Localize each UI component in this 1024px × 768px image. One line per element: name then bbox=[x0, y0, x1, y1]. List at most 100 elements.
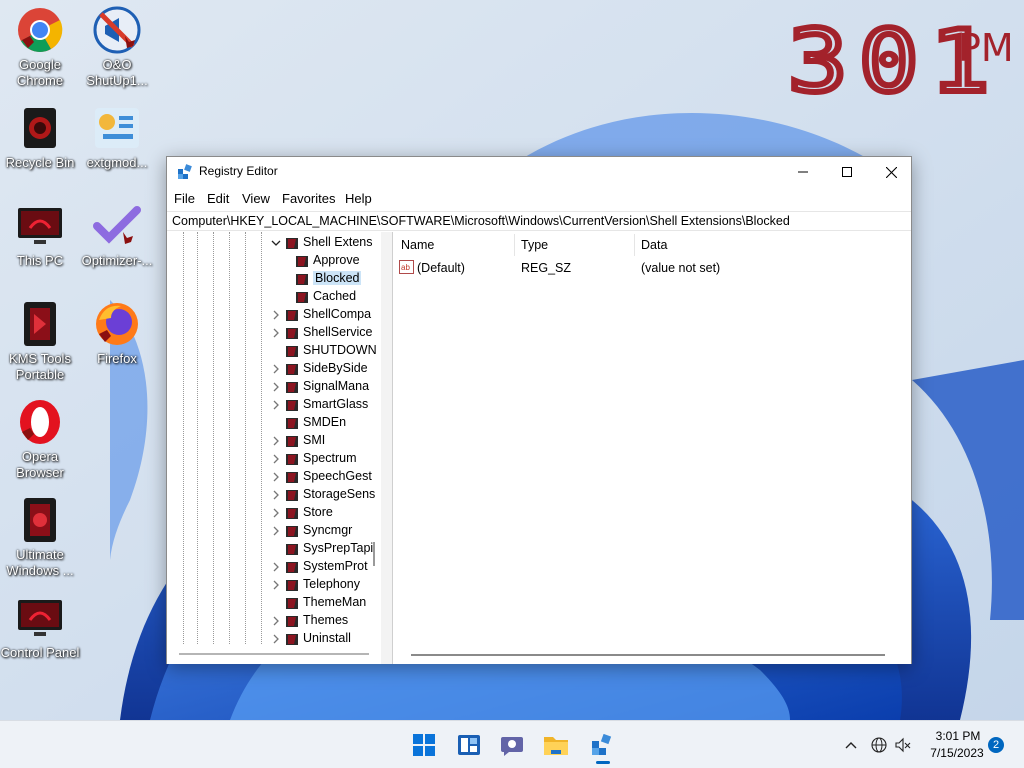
menu-help[interactable]: Help bbox=[345, 191, 372, 206]
tree-item-thememan[interactable]: ThemeMan bbox=[271, 594, 371, 612]
column-header-name[interactable]: Name bbox=[401, 238, 434, 252]
chevron-right-icon[interactable] bbox=[271, 310, 281, 320]
tree-item-blocked[interactable]: Blocked bbox=[289, 270, 369, 288]
desktop-icon-this-pc[interactable]: This PC bbox=[0, 196, 80, 286]
tree-item-label: Approve bbox=[313, 253, 360, 267]
tree-item-themes[interactable]: Themes bbox=[271, 612, 371, 630]
chevron-right-icon[interactable] bbox=[271, 436, 281, 446]
desktop-icon-firefox[interactable]: Firefox bbox=[77, 294, 157, 384]
registry-key-tree[interactable]: Shell Extens Approve Blocked Cached ShellCom… bbox=[167, 232, 383, 664]
address-bar[interactable]: Computer\HKEY_LOCAL_MACHINE\SOFTWARE\Mic… bbox=[167, 211, 911, 231]
registry-value-row[interactable]: ab (Default) REG_SZ (value not set) bbox=[393, 258, 911, 278]
active-app-indicator bbox=[596, 761, 610, 764]
tree-horizontal-scrollbar[interactable] bbox=[179, 653, 369, 655]
chevron-right-icon[interactable] bbox=[271, 508, 281, 518]
tree-item-store[interactable]: Store bbox=[271, 504, 371, 522]
menu-edit[interactable]: Edit bbox=[207, 191, 229, 206]
registry-editor-icon bbox=[178, 164, 192, 179]
file-explorer-button[interactable] bbox=[538, 729, 574, 761]
tree-item-smartglass[interactable]: SmartGlass bbox=[271, 396, 371, 414]
start-button[interactable] bbox=[406, 729, 442, 761]
tree-item-shellcompa[interactable]: ShellCompa bbox=[271, 306, 371, 324]
desktop-icon-control-panel[interactable]: Control Panel bbox=[0, 588, 80, 678]
registry-editor-taskbar-button[interactable] bbox=[584, 729, 620, 761]
column-separator[interactable] bbox=[514, 234, 515, 256]
desktop-icon-kms-tools[interactable]: KMS Tools Portable bbox=[0, 294, 80, 384]
maximize-button[interactable] bbox=[825, 157, 869, 187]
desktop-icon-ultimate-windows[interactable]: Ultimate Windows ... bbox=[0, 490, 80, 580]
tree-item-label: Cached bbox=[313, 289, 357, 303]
desktop-icon-oo-shutup[interactable]: O&O ShutUp1... bbox=[77, 0, 157, 90]
desktop-icon-optimizer[interactable]: Optimizer-... bbox=[77, 196, 157, 286]
column-header-data[interactable]: Data bbox=[641, 238, 667, 252]
volume-button[interactable] bbox=[886, 729, 920, 761]
minimize-button[interactable] bbox=[781, 157, 825, 187]
chat-button[interactable] bbox=[494, 729, 530, 761]
optimizer-icon bbox=[93, 202, 141, 250]
taskbar: 3:01 PM 7/15/2023 2 bbox=[0, 720, 1024, 768]
tree-item-systemprot[interactable]: SystemProt bbox=[271, 558, 371, 576]
tree-item-telephony[interactable]: Telephony bbox=[271, 576, 371, 594]
tree-item-label: Store bbox=[303, 505, 333, 519]
globe-network-icon bbox=[871, 737, 887, 753]
tree-item-storagesens[interactable]: StorageSens bbox=[271, 486, 375, 504]
desktop-icon-recycle-bin[interactable]: Recycle Bin bbox=[0, 98, 80, 188]
menu-file[interactable]: File bbox=[174, 191, 195, 206]
menu-view[interactable]: View bbox=[242, 191, 270, 206]
chevron-right-icon[interactable] bbox=[271, 490, 281, 500]
tree-item-uninstall[interactable]: Uninstall bbox=[271, 630, 371, 648]
chevron-right-icon[interactable] bbox=[271, 616, 281, 626]
tree-item-label: Telephony bbox=[303, 577, 360, 591]
taskbar-clock-time[interactable]: 3:01 PM bbox=[928, 729, 988, 743]
chevron-right-icon[interactable] bbox=[271, 328, 281, 338]
close-button[interactable] bbox=[869, 157, 913, 187]
registry-key-folder-icon bbox=[286, 472, 298, 483]
tree-item-shell-extens[interactable]: Shell Extens bbox=[271, 234, 372, 252]
pane-splitter[interactable] bbox=[381, 232, 393, 664]
chevron-right-icon[interactable] bbox=[271, 580, 281, 590]
tree-item-label: SMI bbox=[303, 433, 326, 447]
values-horizontal-scrollbar[interactable] bbox=[411, 654, 885, 656]
tree-item-shellservice[interactable]: ShellService bbox=[271, 324, 372, 342]
firefox-icon bbox=[93, 300, 141, 348]
chevron-right-icon[interactable] bbox=[271, 634, 281, 644]
tree-item-syspreptapi[interactable]: SysPrepTapi bbox=[271, 540, 373, 558]
tree-item-label: SpeechGest bbox=[303, 469, 372, 483]
title-bar[interactable]: Registry Editor bbox=[167, 157, 911, 187]
chevron-right-icon[interactable] bbox=[271, 526, 281, 536]
tree-item-smi[interactable]: SMI bbox=[271, 432, 371, 450]
monitor-icon bbox=[16, 202, 64, 250]
chevron-right-icon[interactable] bbox=[271, 562, 281, 572]
chevron-right-icon[interactable] bbox=[271, 472, 281, 482]
registry-key-folder-icon bbox=[286, 328, 298, 339]
desktop-icon-opera[interactable]: Opera Browser bbox=[0, 392, 80, 482]
notification-badge[interactable]: 2 bbox=[988, 737, 1004, 753]
tree-guide-line bbox=[197, 232, 198, 644]
chevron-right-icon[interactable] bbox=[271, 382, 281, 392]
taskbar-clock-date[interactable]: 7/15/2023 bbox=[922, 746, 992, 760]
chevron-right-icon[interactable] bbox=[271, 454, 281, 464]
desktop-icon-google-chrome[interactable]: Google Chrome bbox=[0, 0, 80, 90]
tree-item-sidebyside[interactable]: SideBySide bbox=[271, 360, 371, 378]
tree-item-cached[interactable]: Cached bbox=[289, 288, 369, 306]
tree-item-smden[interactable]: SMDEn bbox=[271, 414, 371, 432]
tree-item-speechgest[interactable]: SpeechGest bbox=[271, 468, 372, 486]
tree-item-shutdown[interactable]: SHUTDOWN bbox=[271, 342, 377, 360]
tree-item-approve[interactable]: Approve bbox=[289, 252, 369, 270]
column-separator[interactable] bbox=[634, 234, 635, 256]
chevron-right-icon[interactable] bbox=[271, 400, 281, 410]
menu-favorites[interactable]: Favorites bbox=[282, 191, 335, 206]
chevron-down-icon[interactable] bbox=[271, 238, 281, 248]
tree-vertical-scrollbar[interactable] bbox=[373, 542, 375, 566]
tree-item-signalmana[interactable]: SignalMana bbox=[271, 378, 371, 396]
registry-values-list[interactable]: Name Type Data ab (Default) REG_SZ (valu… bbox=[393, 232, 911, 664]
widgets-button[interactable] bbox=[451, 729, 487, 761]
tree-item-spectrum[interactable]: Spectrum bbox=[271, 450, 371, 468]
desktop-icon-extgmod[interactable]: extgmod... bbox=[77, 98, 157, 188]
svg-text:ab: ab bbox=[401, 263, 410, 272]
column-header-type[interactable]: Type bbox=[521, 238, 548, 252]
value-type: REG_SZ bbox=[521, 261, 572, 275]
tree-item-syncmgr[interactable]: Syncmgr bbox=[271, 522, 371, 540]
tree-item-label: SHUTDOWN bbox=[303, 343, 377, 357]
chevron-right-icon[interactable] bbox=[271, 364, 281, 374]
